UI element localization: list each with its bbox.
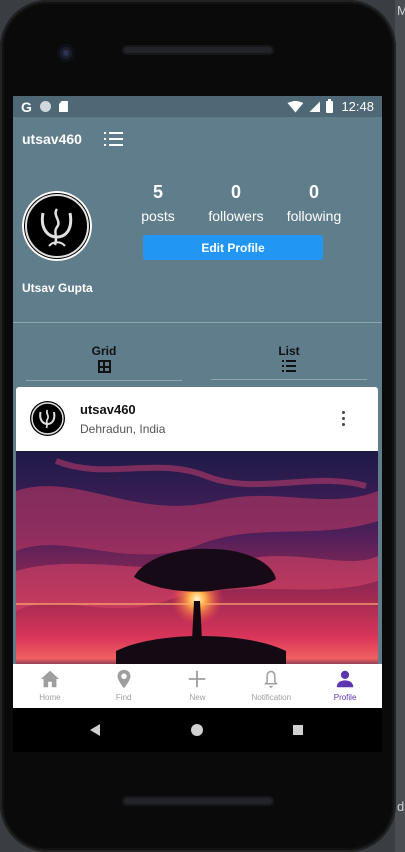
tab-list-label: List — [278, 344, 300, 358]
post-avatar[interactable] — [30, 401, 65, 436]
post-location: Dehradun, India — [80, 422, 166, 436]
wifi-icon — [287, 100, 304, 113]
status-bar: G 12:48 — [13, 96, 382, 117]
desktop-edge-text: M — [397, 4, 405, 18]
tab-list[interactable]: List — [211, 344, 367, 380]
back-triangle-icon[interactable] — [90, 724, 100, 736]
more-vertical-icon[interactable] — [342, 411, 346, 427]
profile-full-name: Utsav Gupta — [22, 281, 93, 295]
earpiece-speaker — [122, 45, 274, 55]
stat-following[interactable]: 0 following — [279, 181, 349, 224]
person-icon — [336, 670, 354, 688]
tab-underline — [211, 379, 367, 380]
status-time: 12:48 — [341, 99, 374, 114]
post-username[interactable]: utsav460 — [80, 402, 136, 417]
divider — [13, 322, 382, 323]
nav-notification-label: Notification — [251, 693, 292, 702]
plus-icon — [189, 670, 206, 688]
stat-label: following — [286, 208, 342, 224]
profile-stats: 5 posts 0 followers 0 following — [123, 181, 349, 224]
sd-card-icon — [58, 101, 68, 112]
home-icon — [40, 670, 60, 688]
nav-new[interactable]: New — [161, 664, 235, 708]
desktop-background-edge — [395, 0, 405, 852]
profile-username: utsav460 — [22, 131, 82, 147]
bottom-speaker — [122, 796, 274, 806]
g-icon: G — [21, 98, 32, 115]
system-navigation-bar — [13, 708, 382, 752]
menu-list-icon[interactable] — [103, 132, 123, 146]
stat-value: 5 — [152, 182, 163, 202]
recents-square-icon[interactable] — [293, 725, 303, 735]
stat-posts[interactable]: 5 posts — [123, 181, 193, 224]
list-icon — [282, 360, 296, 372]
app-screen: G 12:48 utsav460 5 posts 0 followers 0 f… — [13, 96, 382, 708]
nav-profile-label: Profile — [333, 693, 357, 702]
tab-grid[interactable]: Grid — [26, 344, 182, 381]
nav-new-label: New — [189, 693, 206, 702]
post-header: utsav460 Dehradun, India — [16, 387, 378, 451]
stat-followers[interactable]: 0 followers — [201, 181, 271, 224]
grid-icon — [97, 360, 111, 373]
circle-icon — [39, 101, 51, 112]
nav-profile[interactable]: Profile — [308, 664, 382, 708]
profile-avatar[interactable] — [22, 191, 92, 261]
tab-grid-label: Grid — [91, 344, 117, 358]
nav-notification[interactable]: Notification — [234, 664, 308, 708]
tab-underline — [26, 380, 182, 381]
nav-find[interactable]: Find — [87, 664, 161, 708]
phone-frame: G 12:48 utsav460 5 posts 0 followers 0 f… — [0, 0, 396, 852]
nav-find-label: Find — [115, 693, 132, 702]
stat-label: posts — [141, 208, 175, 224]
nav-home-label: Home — [39, 693, 61, 702]
edit-profile-button[interactable]: Edit Profile — [143, 235, 323, 260]
stat-value: 0 — [308, 182, 319, 202]
signal-icon — [309, 101, 321, 112]
location-pin-icon — [117, 669, 131, 689]
nav-home[interactable]: Home — [13, 664, 87, 708]
profile-header: utsav460 5 posts 0 followers 0 following… — [13, 117, 382, 398]
desktop-edge-text-bottom: d — [397, 800, 405, 814]
stat-value: 0 — [230, 182, 241, 202]
post-card: utsav460 Dehradun, India — [16, 387, 378, 708]
bell-icon — [264, 670, 278, 688]
stat-label: followers — [208, 208, 264, 224]
front-camera-icon — [57, 44, 75, 62]
home-circle-icon[interactable] — [191, 724, 203, 736]
battery-icon — [326, 98, 334, 113]
bottom-navigation: Home Find New Notification Profile — [13, 664, 382, 708]
